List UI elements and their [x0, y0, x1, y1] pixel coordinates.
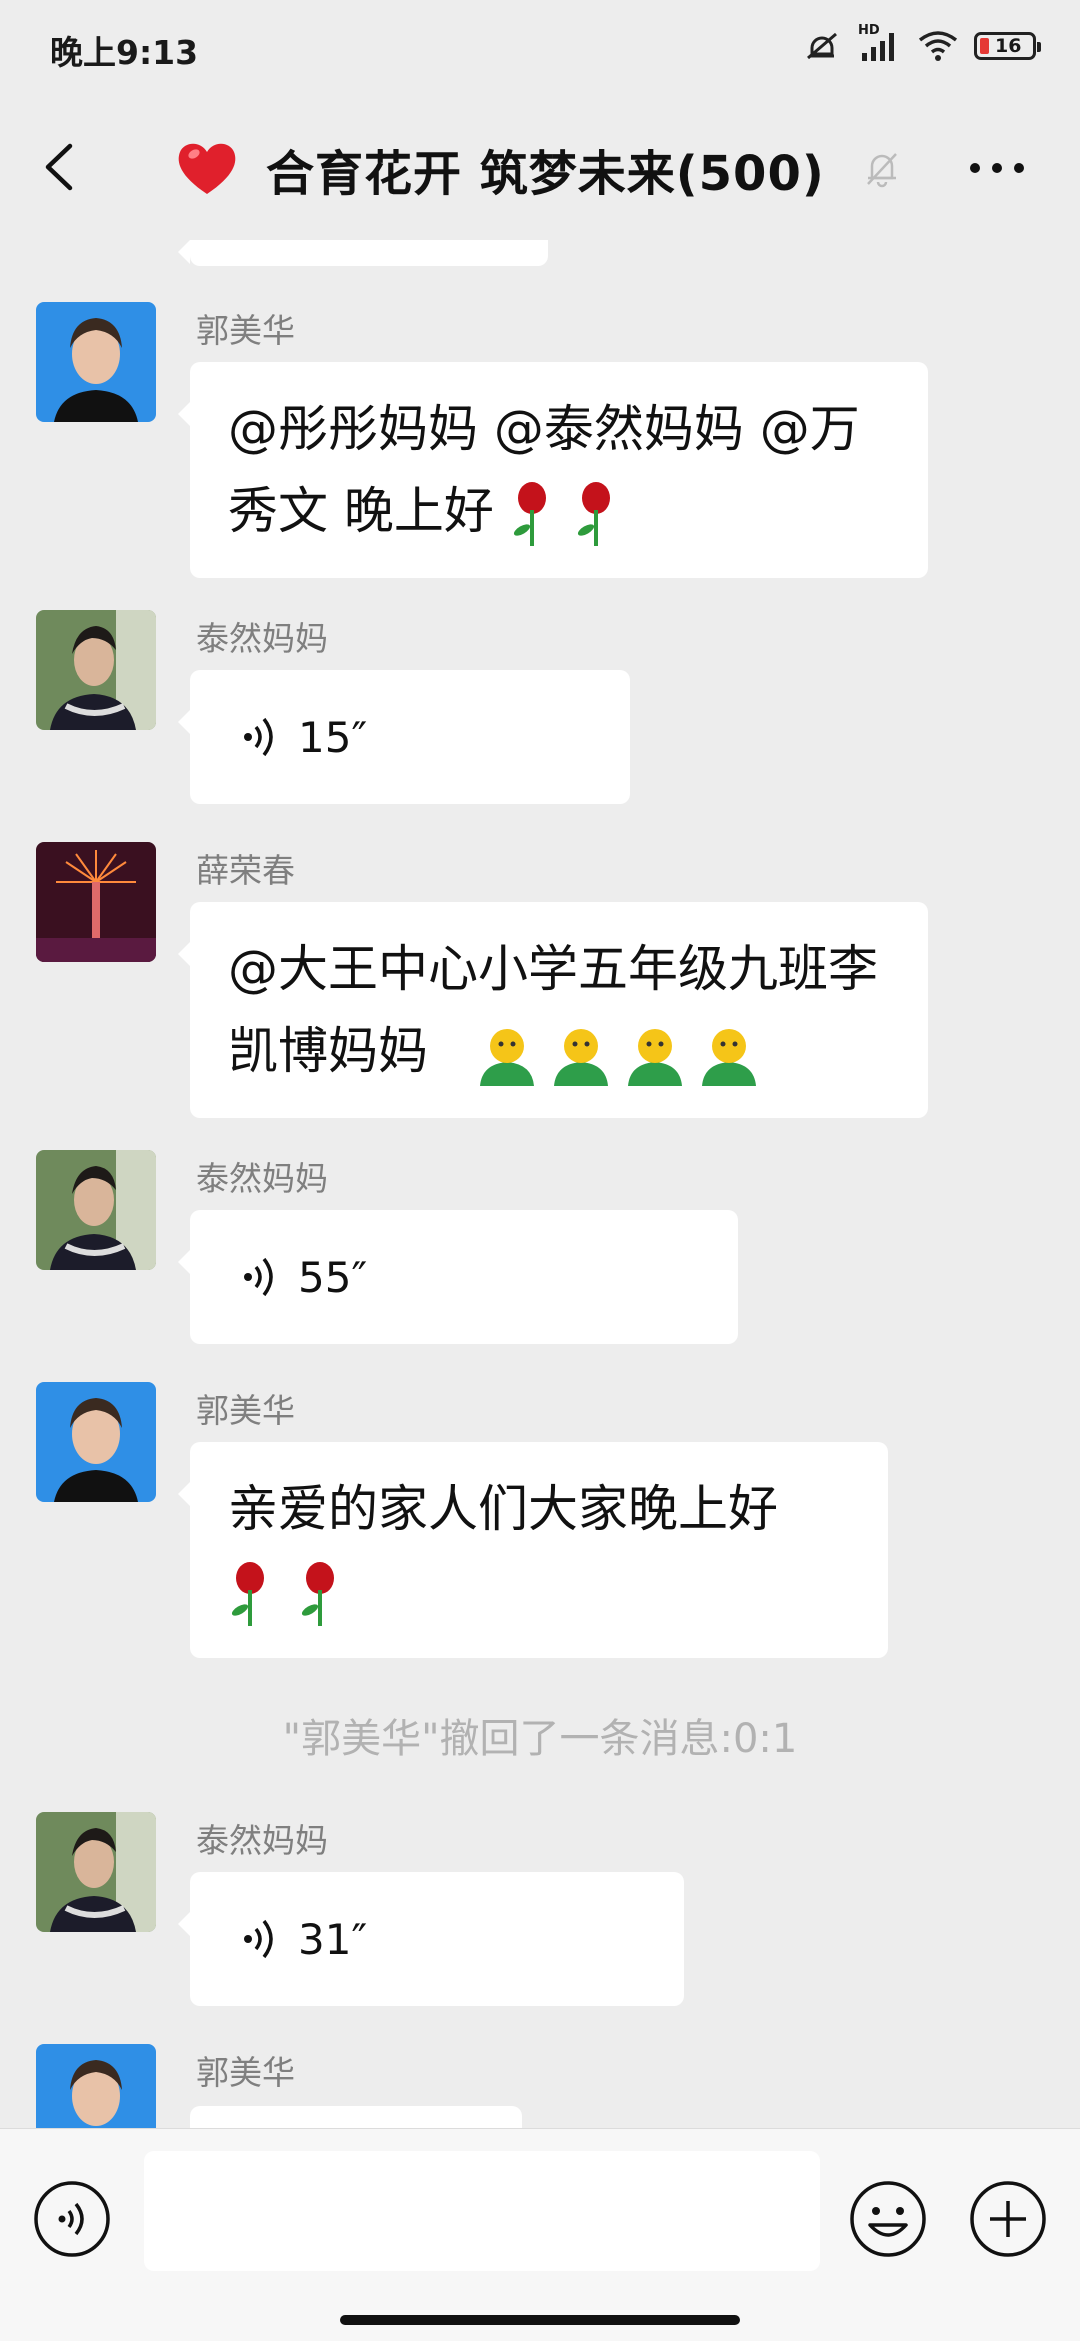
avatar[interactable] — [36, 302, 156, 422]
rose-icon — [301, 1561, 334, 1626]
avatar[interactable] — [36, 2044, 156, 2128]
person-emoji-icon — [553, 1028, 608, 1086]
chat-header: 合育花开 筑梦未来(500) — [0, 96, 1080, 240]
voice-duration: 31″ — [298, 1914, 368, 1964]
battery-level: 16 — [995, 35, 1022, 57]
message-bubble-partial[interactable] — [178, 240, 548, 266]
sender-name: 泰然妈妈 — [196, 1159, 328, 1198]
chat-title: 合育花开 筑梦未来(500) — [266, 146, 825, 202]
message-list[interactable]: 郭美华 @彤彤妈妈 @泰然妈妈 @万秀文 晚上好 泰然妈妈 15″ 薛荣春 @大… — [0, 240, 1080, 2128]
status-time: 晚上9:13 — [50, 33, 199, 72]
person-emoji-icon — [701, 1028, 756, 1086]
rose-icon — [513, 481, 546, 546]
signal-icon: HD — [858, 23, 902, 63]
wifi-icon — [918, 31, 958, 61]
avatar[interactable] — [36, 1382, 156, 1502]
plus-icon[interactable] — [968, 2179, 1048, 2259]
avatar[interactable] — [36, 1150, 156, 1270]
sender-name: 郭美华 — [196, 311, 295, 350]
chevron-left-icon[interactable] — [30, 132, 90, 202]
voice-wave-icon — [244, 717, 273, 757]
avatar[interactable] — [36, 1812, 156, 1932]
avatar[interactable] — [36, 610, 156, 730]
avatar[interactable] — [36, 842, 156, 962]
person-emoji-icon — [479, 1028, 534, 1086]
message-bubble-partial[interactable] — [190, 2106, 522, 2128]
voice-input-icon[interactable] — [32, 2179, 112, 2259]
voice-duration: 15″ — [298, 712, 368, 762]
sender-name: 郭美华 — [196, 2053, 295, 2092]
heart-icon — [178, 143, 236, 194]
voice-message[interactable]: 31″ — [178, 1872, 684, 2006]
message-bubble[interactable]: 亲爱的家人们大家晚上好 — [178, 1442, 888, 1658]
sender-name: 泰然妈妈 — [196, 1821, 328, 1860]
message-bubble[interactable]: @彤彤妈妈 @泰然妈妈 @万秀文 晚上好 — [178, 362, 928, 578]
voice-message[interactable]: 55″ — [178, 1210, 738, 1344]
bell-off-icon — [867, 153, 897, 188]
emoji-icon[interactable] — [848, 2179, 928, 2259]
voice-wave-icon — [244, 1257, 273, 1297]
recall-notice: "郭美华"撤回了一条消息:0:1 — [282, 1716, 798, 1762]
chat-title-area[interactable]: 合育花开 筑梦未来(500) — [174, 134, 825, 204]
home-indicator — [340, 2315, 740, 2325]
message-text: 亲爱的家人们大家晚上好 — [228, 1480, 778, 1538]
battery-icon: 16 — [974, 32, 1041, 60]
message-input[interactable] — [144, 2151, 820, 2271]
sender-name: 郭美华 — [196, 1391, 295, 1430]
message-bubble[interactable]: @大王中心小学五年级九班李凯博妈妈 — [178, 902, 928, 1118]
sender-name: 薛荣春 — [196, 851, 295, 890]
voice-wave-icon — [244, 1919, 273, 1959]
more-icon[interactable] — [962, 148, 1032, 188]
status-icons: HD 16 — [802, 23, 1041, 66]
rose-icon — [231, 1561, 264, 1626]
vibrate-off-icon — [807, 32, 837, 60]
input-bar — [0, 2128, 1080, 2341]
voice-duration: 55″ — [298, 1252, 368, 1302]
status-bar: 晚上9:13 HD 16 — [0, 0, 1080, 96]
sender-name: 泰然妈妈 — [196, 619, 328, 658]
person-emoji-icon — [627, 1028, 682, 1086]
rose-icon — [577, 481, 610, 546]
voice-message[interactable]: 15″ — [178, 670, 630, 804]
